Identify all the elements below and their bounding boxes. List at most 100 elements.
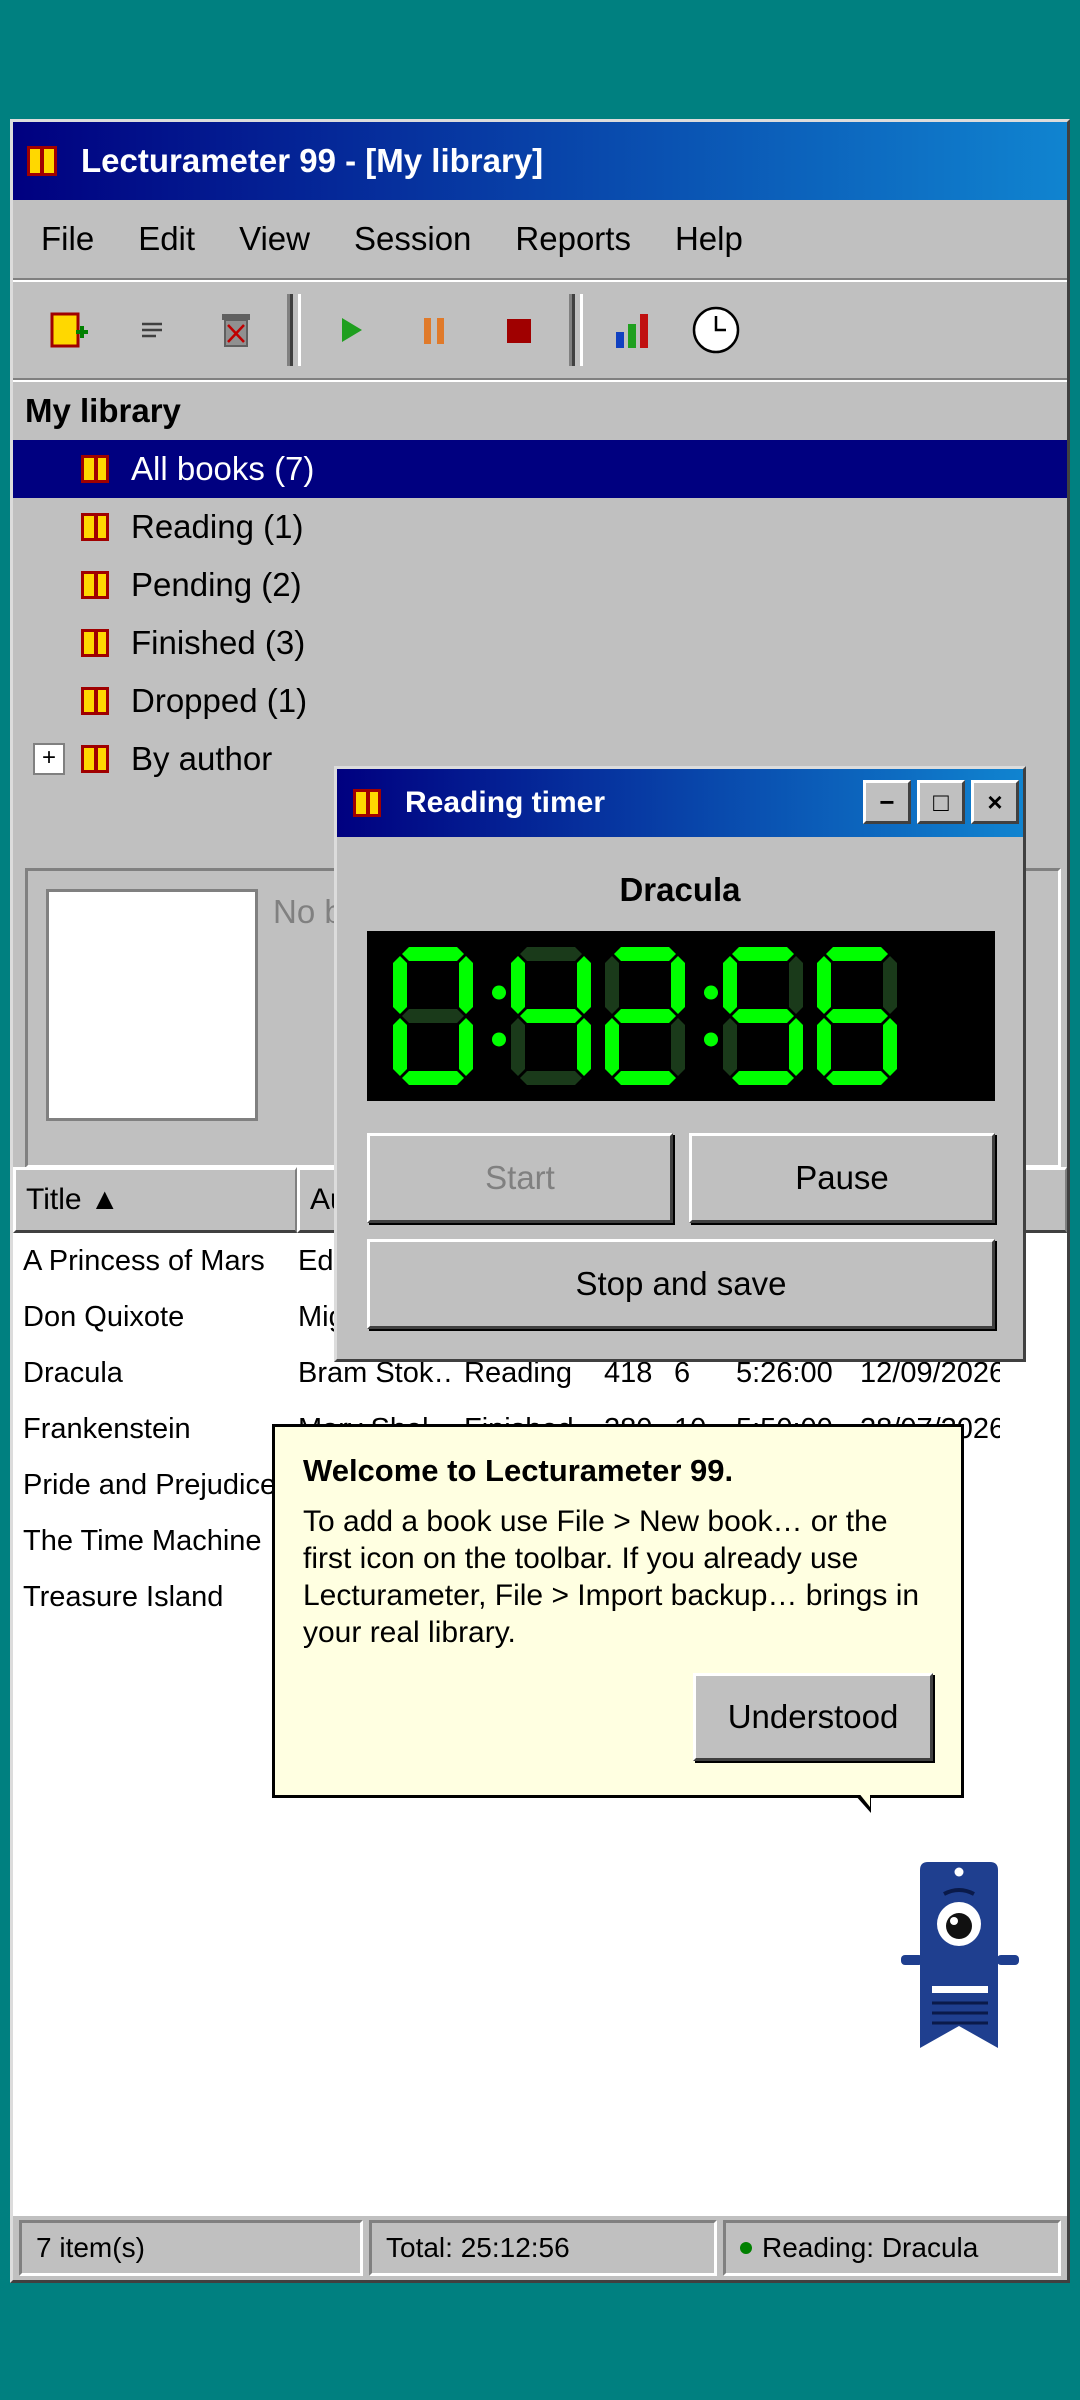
close-button[interactable]: ×	[971, 780, 1019, 824]
tree-item-dropped[interactable]: Dropped (1)	[13, 672, 1067, 730]
properties-button[interactable]	[117, 295, 187, 365]
delete-button[interactable]	[201, 295, 271, 365]
welcome-body: To add a book use File > New book… or th…	[303, 1505, 920, 1649]
status-dot-icon	[739, 2242, 752, 2254]
maximize-icon: □	[933, 786, 949, 817]
lcd-segment	[393, 1018, 407, 1076]
lcd-segment	[577, 1018, 591, 1076]
cell-title: Pride and Prejudice	[23, 1468, 277, 1501]
status-reading: Reading: Dracula	[722, 2220, 1061, 2276]
cell-title: Don Quixote	[23, 1300, 185, 1333]
cell-title: Treasure Island	[23, 1580, 224, 1613]
status-reading-text: Reading: Dracula	[761, 2232, 979, 2263]
lcd-segment	[614, 1009, 676, 1023]
welcome-tooltip: Welcome to Lecturameter 99. To add a boo…	[272, 1424, 964, 1813]
tree-item-pending[interactable]: Pending (2)	[13, 556, 1067, 614]
menu-edit[interactable]: Edit	[116, 220, 217, 258]
menu-file[interactable]: File	[27, 220, 116, 258]
lcd-segment	[723, 956, 737, 1014]
lcd-segment	[605, 1018, 619, 1076]
lcd-segment	[520, 1071, 582, 1085]
pause-timer-button[interactable]: Pause	[689, 1133, 995, 1223]
window-title: Lecturameter 99 - [My library]	[81, 142, 544, 179]
tree-item-reading[interactable]: Reading (1)	[13, 498, 1067, 556]
chart-icon	[616, 314, 648, 348]
menu-view[interactable]: View	[217, 220, 332, 258]
play-icon	[342, 318, 362, 342]
reading-timer-dialog: Reading timer − □ × Dracula Start Pause …	[334, 766, 1026, 1362]
status-bar: 7 item(s) Total: 25:12:56 Reading: Dracu…	[13, 2216, 1067, 2280]
folder-book-icon	[81, 687, 109, 715]
lcd-colon	[492, 985, 506, 1000]
understood-button[interactable]: Understood	[693, 1673, 933, 1761]
mascot-bookmark-icon	[901, 1862, 1019, 2048]
status-total-time: Total: 25:12:56	[369, 2220, 717, 2276]
cell-title: The Time Machine	[23, 1524, 262, 1557]
lcd-colon	[704, 985, 718, 1000]
lcd-segment	[459, 1018, 473, 1076]
lcd-colon	[492, 1032, 506, 1047]
play-button[interactable]	[315, 295, 385, 365]
lcd-segment	[402, 947, 464, 961]
lcd-segment	[732, 1009, 794, 1023]
lcd-segment	[520, 1009, 582, 1023]
start-button[interactable]: Start	[367, 1133, 673, 1223]
lcd-segment	[511, 1018, 525, 1076]
clock-icon	[692, 306, 740, 354]
welcome-title: Welcome to Lecturameter 99.	[303, 1453, 734, 1488]
new-book-button[interactable]	[33, 295, 103, 365]
delete-icon	[222, 314, 250, 347]
title-bar[interactable]: Lecturameter 99 - [My library]	[13, 122, 1067, 200]
pause-button[interactable]	[399, 295, 469, 365]
cell-title: Frankenstein	[23, 1412, 191, 1445]
stop-button[interactable]	[483, 295, 553, 365]
tooltip-tail	[855, 1792, 871, 1813]
lcd-segment	[671, 1018, 685, 1076]
tree-item-all-books[interactable]: All books (7)	[13, 440, 1067, 498]
lcd-segment	[605, 956, 619, 1014]
menu-session[interactable]: Session	[332, 220, 493, 258]
minimize-button[interactable]: −	[863, 780, 911, 824]
lcd-digits	[393, 947, 897, 1085]
app-book-icon	[27, 146, 57, 176]
menu-reports[interactable]: Reports	[493, 220, 653, 258]
history-button[interactable]	[681, 295, 751, 365]
minimize-icon: −	[879, 786, 895, 817]
maximize-button[interactable]: □	[917, 780, 965, 824]
menu-bar: File Edit View Session Reports Help	[13, 200, 1067, 280]
lcd-segment	[511, 956, 525, 1014]
toolbar-separator	[569, 294, 583, 366]
lcd-segment	[789, 956, 803, 1014]
library-tree: My library All books (7) Reading (1) Pen…	[13, 380, 1067, 777]
toolbar	[13, 280, 1067, 380]
pause-icon	[424, 318, 444, 344]
folder-book-icon	[81, 629, 109, 657]
expand-button[interactable]: +	[33, 743, 65, 775]
lcd-segment	[817, 956, 831, 1014]
lcd-segment	[614, 1071, 676, 1085]
lcd-segment	[883, 956, 897, 1014]
new-book-icon	[50, 312, 88, 348]
tree-item-label: By author	[131, 740, 273, 777]
lcd-segment	[826, 947, 888, 961]
status-item-count: 7 item(s)	[19, 2220, 363, 2276]
lcd-segment	[723, 1018, 737, 1076]
book-cover	[46, 889, 258, 1121]
reports-button[interactable]	[597, 295, 667, 365]
lcd-segment	[393, 956, 407, 1014]
tree-header: My library	[25, 392, 181, 429]
stop-and-save-button[interactable]: Stop and save	[367, 1239, 995, 1329]
tree-item-label: Dropped (1)	[131, 682, 308, 719]
lcd-colon	[704, 1032, 718, 1047]
folder-book-icon	[81, 745, 109, 773]
column-header-title[interactable]: Title ▲	[13, 1167, 297, 1233]
folder-book-icon	[81, 513, 109, 541]
tree-item-label: Pending (2)	[131, 566, 302, 603]
stop-icon	[507, 319, 531, 343]
menu-help[interactable]: Help	[653, 220, 765, 258]
cell-title: A Princess of Mars	[23, 1244, 265, 1277]
lcd-segment	[671, 956, 685, 1014]
properties-icon	[142, 322, 162, 338]
app-book-icon	[353, 789, 381, 817]
tree-item-finished[interactable]: Finished (3)	[13, 614, 1067, 672]
